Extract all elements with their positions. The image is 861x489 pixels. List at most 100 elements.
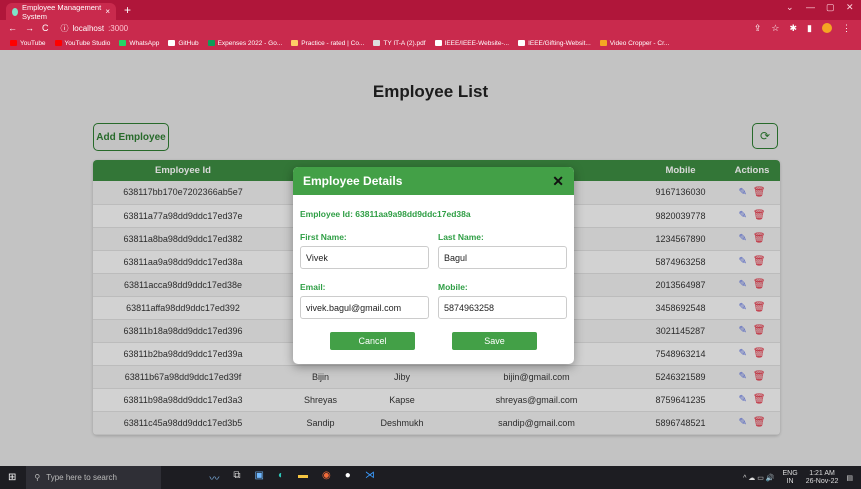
bookmark-label: Video Cropper - Cr... [609, 39, 670, 47]
name-row: First Name: Last Name: [293, 219, 574, 269]
bookmark-icon [10, 40, 17, 46]
bookmark-label: GitHub [178, 39, 199, 47]
bookmark-icon [207, 40, 215, 46]
first-name-group: First Name: [300, 219, 429, 269]
url-port: :3000 [108, 23, 129, 33]
mobile-label: Mobile: [438, 282, 468, 292]
bookmark-label: YouTube [20, 39, 46, 47]
system-tray: ^ ☁ ▭ 🔊 ENG IN 1:21 AM 26-Nov-22 ▤ [743, 470, 853, 486]
employee-id-value: 63811aa9a98dd9ddc17ed38a [355, 209, 471, 219]
contact-row: Email: Mobile: [293, 269, 574, 319]
time: 1:21 AM [809, 469, 835, 477]
bookmarks-bar: YouTube YouTube Studio WhatsApp GitHub Expen… [0, 36, 861, 50]
tray-icons[interactable]: ^ ☁ ▭ 🔊 [743, 474, 774, 482]
bookmark-label: TY IT-A (2).pdf [383, 39, 426, 47]
forward-icon[interactable]: → [25, 23, 42, 33]
browser-tab[interactable]: Employee Management System × [6, 2, 116, 21]
bookmark-icon [373, 40, 381, 46]
bookmark-icon [434, 40, 442, 46]
url-host: localhost [72, 23, 105, 33]
app-page: Employee List Add Employee ⟳ Employee Id… [0, 50, 861, 466]
reload-icon[interactable]: C [42, 23, 57, 33]
close-tab-button[interactable]: × [105, 7, 110, 16]
bookmark-label: YouTube Studio [64, 39, 111, 47]
url-field[interactable]: ⓘ localhost:3000 [61, 23, 129, 34]
maximize-icon[interactable]: ▢ [826, 2, 835, 13]
nav-buttons: ←→C [8, 23, 57, 33]
modal-title: Employee Details [303, 174, 403, 188]
taskbar-search[interactable]: ⚲ Type here to search [26, 466, 162, 489]
minimize-icon[interactable]: — [806, 2, 815, 12]
bookmark-item[interactable]: YouTube Studio [54, 39, 111, 47]
profile-avatar[interactable] [822, 23, 832, 33]
file-explorer-icon[interactable]: ▬ [298, 470, 308, 485]
mobile-input[interactable] [438, 296, 567, 319]
widget-icon[interactable]: 〰 [209, 470, 219, 485]
bookmark-item[interactable]: Video Cropper - Cr... [599, 39, 670, 47]
bookmark-label: IEEE/IEEE-Website-... [444, 39, 510, 47]
app-icon[interactable]: ● [345, 470, 351, 485]
bookmark-label: IEEE/Gifting-Websit... [528, 39, 591, 47]
bookmark-label: Expenses 2022 - Go... [217, 39, 283, 47]
bookmark-item[interactable]: TY IT-A (2).pdf [373, 39, 426, 47]
bookmark-icon [599, 40, 607, 46]
sidebar-icon[interactable]: ▮ [807, 23, 812, 34]
mobile-group: Mobile: [438, 269, 567, 319]
email-label: Email: [300, 282, 326, 292]
info-icon: ⓘ [60, 23, 69, 33]
clock[interactable]: 1:21 AM 26-Nov-22 [806, 470, 839, 486]
email-input[interactable] [300, 296, 429, 319]
react-icon [12, 7, 18, 16]
extensions-icon[interactable]: ✱ [790, 23, 798, 34]
bookmark-item[interactable]: IEEE/IEEE-Website-... [434, 39, 510, 47]
vscode-icon[interactable]: ⋊ [365, 470, 375, 485]
bookmark-label: WhatsApp [129, 39, 160, 47]
bookmark-icon [54, 40, 62, 46]
tab-title: Employee Management System [21, 2, 102, 21]
store-icon[interactable]: ▣ [255, 470, 264, 485]
first-name-label: First Name: [300, 232, 347, 242]
last-name-group: Last Name: [438, 219, 567, 269]
star-icon[interactable]: ☆ [771, 23, 779, 34]
last-name-label: Last Name: [438, 232, 484, 242]
bookmark-icon [518, 40, 526, 46]
new-tab-button[interactable]: + [124, 3, 131, 17]
tab-search-icon[interactable]: ⌄ [786, 2, 794, 13]
modal-header: Employee Details ✕ [293, 167, 574, 195]
email-group: Email: [300, 269, 429, 319]
taskbar-apps: 〰 ⧉ ▣ ◐ ▬ ◉ ● ⋊ [209, 470, 374, 485]
edge-icon[interactable]: ◐ [278, 470, 284, 485]
employee-id-line: Employee Id: 63811aa9a98dd9ddc17ed38a [300, 209, 574, 219]
windows-taskbar: ⊞ ⚲ Type here to search 〰 ⧉ ▣ ◐ ▬ ◉ ● ⋊ … [0, 466, 861, 489]
search-icon: ⚲ [34, 473, 41, 482]
bookmark-item[interactable]: GitHub [168, 39, 199, 47]
save-button[interactable]: Save [452, 332, 537, 350]
share-icon[interactable]: ⇪ [754, 23, 762, 34]
employee-id-label: Employee Id: [300, 209, 353, 219]
bookmark-icon [291, 40, 299, 46]
windows-start-icon[interactable]: ⊞ [8, 472, 16, 483]
date: 26-Nov-22 [805, 477, 839, 485]
region-label: IN [786, 477, 794, 485]
close-window-icon[interactable]: ✕ [846, 2, 854, 13]
bookmark-item[interactable]: Practice - rated | Co... [291, 40, 364, 47]
lang-indicator[interactable]: ENG IN [783, 470, 798, 486]
bookmark-item[interactable]: IEEE/Gifting-Websit... [518, 40, 591, 47]
modal-actions: Cancel Save [293, 332, 574, 350]
task-view-icon[interactable]: ⧉ [233, 470, 240, 485]
employee-details-modal: Employee Details ✕ Employee Id: 63811aa9… [293, 167, 574, 364]
first-name-input[interactable] [300, 246, 429, 269]
bookmark-item[interactable]: YouTube [10, 40, 46, 47]
close-icon[interactable]: ✕ [552, 173, 564, 190]
notification-icon[interactable]: ▤ [846, 474, 853, 482]
search-placeholder: Type here to search [46, 473, 117, 482]
back-icon[interactable]: ← [8, 23, 25, 33]
last-name-input[interactable] [438, 246, 567, 269]
menu-icon[interactable]: ⋮ [842, 23, 851, 34]
lang-label: ENG [782, 469, 798, 477]
chrome-icon[interactable]: ◉ [322, 470, 331, 485]
cancel-button[interactable]: Cancel [330, 332, 415, 350]
bookmark-item[interactable]: Expenses 2022 - Go... [207, 39, 283, 47]
bookmark-item[interactable]: WhatsApp [119, 40, 159, 47]
bookmark-label: Practice - rated | Co... [301, 39, 365, 47]
